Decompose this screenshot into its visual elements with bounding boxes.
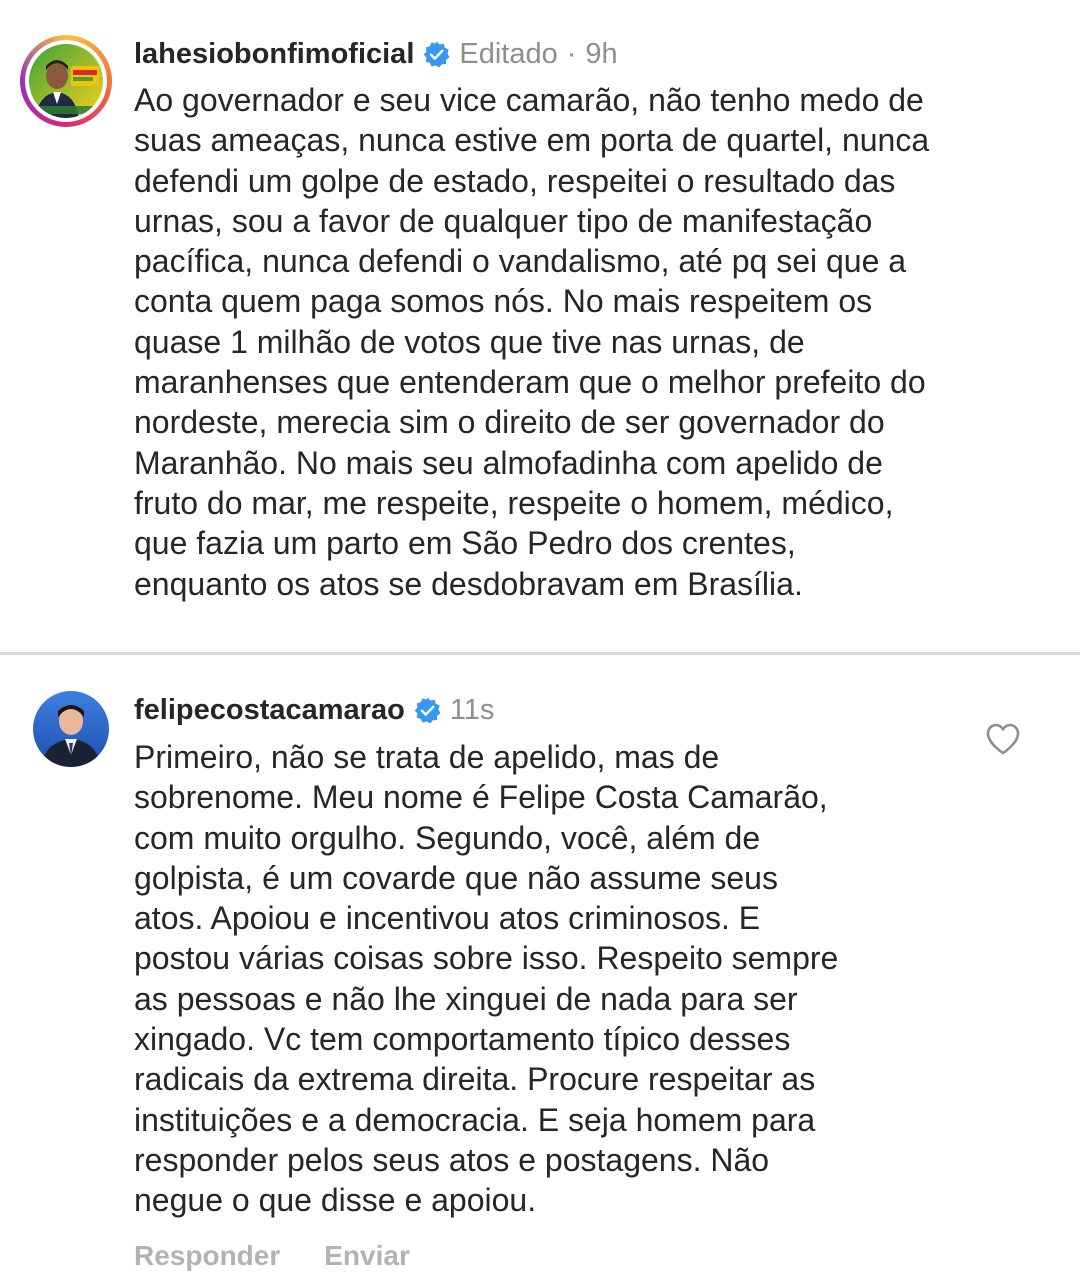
verified-badge-icon	[414, 697, 441, 723]
avatar	[29, 44, 103, 118]
heart-outline-icon[interactable]	[985, 722, 1021, 756]
verified-badge-icon	[424, 41, 450, 67]
comment-header: lahesiobonfimoficial Editado · 9h	[134, 34, 618, 74]
username[interactable]: lahesiobonfimoficial	[134, 38, 414, 71]
comment-body: Primeiro, não se trata de apelido, mas d…	[134, 739, 839, 1219]
separator-dot: ·	[566, 37, 577, 70]
comment-actions: Responder Enviar	[134, 1240, 410, 1272]
timestamp[interactable]: 11s	[450, 694, 495, 727]
reply-button[interactable]: Responder	[134, 1240, 280, 1272]
avatar-story-ring[interactable]	[20, 35, 112, 127]
comment-body: Ao governador e seu vice camarão, não te…	[134, 82, 930, 602]
comment-header: felipecostacamarao 11s	[134, 690, 494, 730]
timestamp[interactable]: 9h	[585, 38, 617, 71]
comment-lahesiobonfimoficial: lahesiobonfimoficial Editado · 9h Ao gov…	[0, 0, 1080, 652]
comments-thread: lahesiobonfimoficial Editado · 9h Ao gov…	[0, 0, 1080, 1283]
edited-label: Editado	[459, 37, 558, 70]
username[interactable]: felipecostacamarao	[134, 694, 405, 727]
send-button[interactable]: Enviar	[324, 1240, 410, 1272]
avatar[interactable]	[33, 691, 109, 767]
